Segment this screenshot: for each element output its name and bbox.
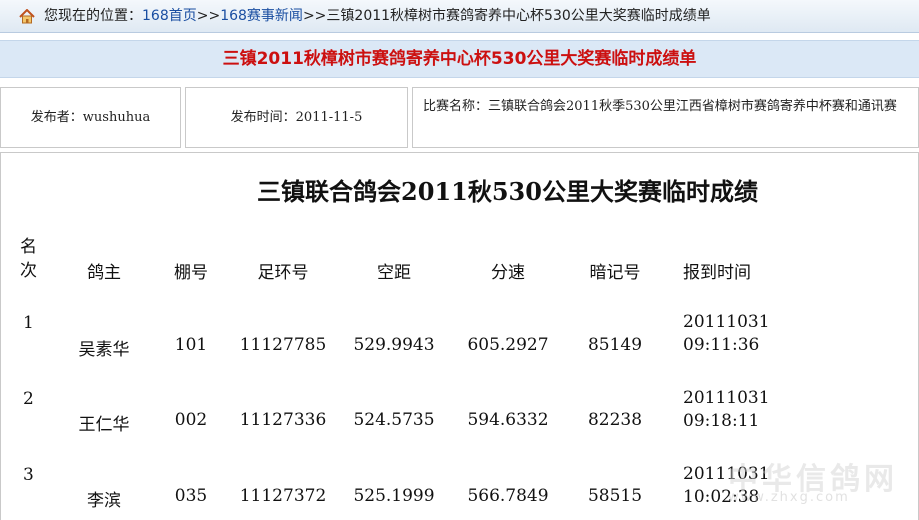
row-2-rank: 2 (23, 389, 34, 409)
header-distance: 空距 (377, 263, 411, 283)
row-1-ring: 11127785 (239, 335, 327, 355)
row-2-loft: 002 (174, 410, 208, 430)
article-title-banner: 三镇2011秋樟树市赛鸽寄养中心杯530公里大奖赛临时成绩单 (0, 40, 919, 78)
watermark-url: www.zhxg.com (728, 490, 850, 505)
breadcrumb-bar: 您现在的位置：168首页>>168赛事新闻>>三镇2011秋樟树市赛鸽寄养中心杯… (0, 0, 919, 33)
row-2-code: 82238 (587, 410, 643, 430)
results-title: 三镇联合鸽会2011秋530公里大奖赛临时成绩 (257, 177, 758, 206)
header-owner: 鸽主 (87, 263, 121, 283)
publish-time-info: 发布时间：2011-11-5 (185, 87, 408, 148)
row-3-owner: 李滨 (87, 491, 121, 511)
header-rank-line1: 名 (20, 237, 37, 257)
header-rank-line2: 次 (20, 261, 37, 281)
breadcrumb-separator: >> (196, 8, 221, 24)
row-1-arrival-date: 20111031 (683, 312, 770, 332)
row-1-speed: 605.2927 (467, 335, 549, 355)
breadcrumb-link-home[interactable]: 168首页 (142, 8, 197, 24)
row-2-distance: 524.5735 (353, 410, 435, 430)
row-2-speed: 594.6332 (467, 410, 549, 430)
header-arrival: 报到时间 (683, 263, 751, 283)
breadcrumb-prefix: 您现在的位置： (44, 8, 142, 24)
row-1-arrival-time: 09:11:36 (683, 335, 760, 355)
header-speed: 分速 (491, 263, 525, 283)
row-1-rank: 1 (23, 313, 34, 333)
row-2-arrival: 20111031 09:18:11 (683, 387, 793, 433)
row-1-distance: 529.9943 (353, 335, 435, 355)
publisher-info: 发布者：wushuhua (0, 87, 181, 148)
row-1-code: 85149 (587, 335, 643, 355)
header-loft: 棚号 (174, 263, 208, 283)
home-icon[interactable] (19, 9, 35, 24)
row-2-owner: 王仁华 (78, 415, 130, 435)
row-3-rank: 3 (23, 465, 34, 485)
site-watermark: 中华信鸽网 www.zhxg.com (700, 452, 910, 520)
header-rank: 名 次 (20, 235, 42, 283)
breadcrumb: 您现在的位置：168首页>>168赛事新闻>>三镇2011秋樟树市赛鸽寄养中心杯… (44, 0, 711, 33)
breadcrumb-current: 三镇2011秋樟树市赛鸽寄养中心杯530公里大奖赛临时成绩单 (326, 8, 711, 24)
row-1-owner: 吴素华 (78, 340, 130, 360)
breadcrumb-separator: >> (302, 8, 327, 24)
breadcrumb-link-news[interactable]: 168赛事新闻 (220, 8, 303, 24)
row-2-ring: 11127336 (239, 410, 327, 430)
header-ring: 足环号 (257, 263, 309, 283)
row-3-speed: 566.7849 (467, 486, 549, 506)
row-2-arrival-date: 20111031 (683, 388, 770, 408)
row-3-distance: 525.1999 (353, 486, 435, 506)
row-1-arrival: 20111031 09:11:36 (683, 311, 793, 357)
row-2-arrival-time: 09:18:11 (683, 411, 760, 431)
row-3-ring: 11127372 (239, 486, 327, 506)
row-3-loft: 035 (174, 486, 208, 506)
race-name-info: 比赛名称：三镇联合鸽会2011秋季530公里江西省樟树市赛鸽寄养中杯赛和通讯赛 (412, 87, 919, 148)
row-1-loft: 101 (174, 335, 208, 355)
row-3-code: 58515 (587, 486, 643, 506)
header-code: 暗记号 (589, 263, 641, 283)
